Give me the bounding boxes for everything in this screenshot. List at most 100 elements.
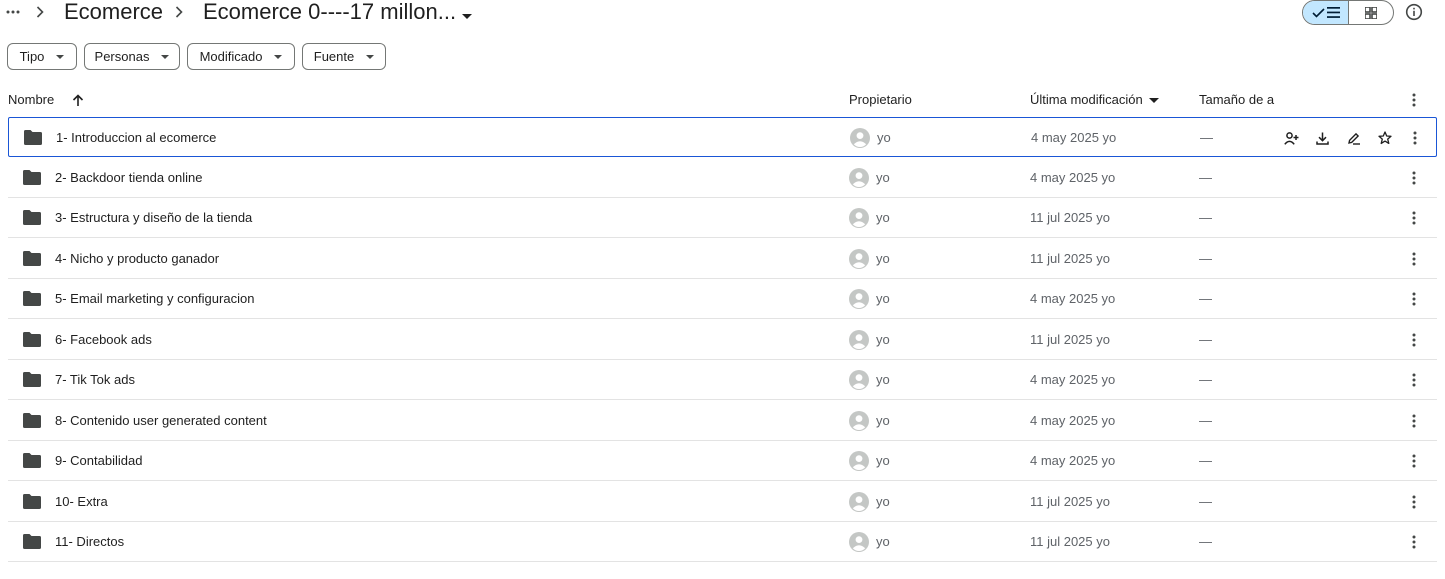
filter-chip-fuente[interactable]: Fuente bbox=[302, 43, 386, 70]
filter-chip-tipo[interactable]: Tipo bbox=[7, 43, 77, 70]
row-modified: 4 may 2025 yo bbox=[1031, 130, 1117, 145]
owner-avatar-icon bbox=[849, 410, 869, 431]
download-icon[interactable] bbox=[1312, 128, 1333, 149]
info-icon[interactable] bbox=[1404, 2, 1424, 22]
row-modified: 4 may 2025 yo bbox=[1030, 169, 1116, 185]
owner-avatar-icon bbox=[849, 370, 869, 390]
rename-icon[interactable] bbox=[1343, 128, 1364, 149]
owner-avatar-icon bbox=[849, 451, 869, 471]
row-name: 8- Contenido user generated content bbox=[55, 412, 267, 428]
grid-view-button[interactable] bbox=[1349, 1, 1393, 24]
table-row[interactable]: 9- Contabilidad yo 4 may 2025 yo — bbox=[8, 441, 1437, 481]
row-owner: yo bbox=[876, 493, 890, 509]
star-icon[interactable] bbox=[1374, 128, 1395, 149]
owner-avatar-icon bbox=[849, 329, 869, 350]
chevron-right-icon bbox=[172, 3, 186, 21]
row-size: — bbox=[1199, 372, 1212, 387]
row-name: 10- Extra bbox=[55, 493, 108, 509]
table-row[interactable]: 10- Extra yo 11 jul 2025 yo — bbox=[8, 482, 1437, 522]
table-row[interactable]: 6- Facebook ads yo 11 jul 2025 yo — bbox=[8, 320, 1437, 360]
table-row[interactable]: 2- Backdoor tienda online yo 4 may 2025 yo… bbox=[8, 158, 1437, 198]
more-vertical-icon[interactable] bbox=[1404, 492, 1424, 512]
table-row[interactable]: 8- Contenido user generated content yo 4 m… bbox=[8, 401, 1437, 441]
row-owner: yo bbox=[876, 331, 890, 347]
row-name: 3- Estructura y diseño de la tienda bbox=[55, 210, 253, 225]
column-header-label: Última modificación bbox=[1030, 92, 1143, 107]
more-horizontal-icon[interactable] bbox=[4, 2, 22, 22]
more-vertical-icon[interactable] bbox=[1405, 128, 1425, 148]
column-header-label: Propietario bbox=[849, 92, 912, 107]
table-row[interactable]: 7- Tik Tok ads yo 4 may 2025 yo — bbox=[8, 360, 1437, 400]
table-row[interactable]: 3- Estructura y diseño de la tienda yo 11 … bbox=[8, 198, 1437, 238]
caret-down-icon bbox=[462, 0, 473, 26]
owner-avatar-icon bbox=[849, 208, 869, 228]
owner-avatar-icon bbox=[849, 248, 869, 269]
table-row[interactable]: 4- Nicho y producto ganador yo 11 jul 2025… bbox=[8, 239, 1437, 279]
more-vertical-icon[interactable] bbox=[1404, 330, 1424, 350]
more-vertical-icon[interactable] bbox=[1404, 532, 1424, 552]
folder-icon bbox=[23, 534, 41, 549]
row-owner: yo bbox=[876, 534, 890, 549]
row-name: 6- Facebook ads bbox=[55, 331, 152, 347]
breadcrumb-parent[interactable]: Ecomerce bbox=[64, 0, 163, 26]
filter-chip-label: Tipo bbox=[19, 49, 45, 64]
row-size: — bbox=[1199, 250, 1212, 266]
row-owner: yo bbox=[876, 453, 890, 468]
list-view-button[interactable] bbox=[1303, 1, 1349, 24]
column-header-size[interactable]: Tamaño de a bbox=[1199, 90, 1274, 110]
caret-down-icon bbox=[161, 54, 170, 59]
row-modified: 11 jul 2025 yo bbox=[1030, 493, 1110, 509]
breadcrumb-current-label: Ecomerce 0----17 millon... bbox=[203, 0, 457, 24]
more-vertical-icon[interactable] bbox=[1404, 289, 1424, 309]
row-owner: yo bbox=[877, 130, 891, 145]
row-size: — bbox=[1199, 534, 1212, 549]
row-size: — bbox=[1199, 331, 1212, 347]
row-owner: yo bbox=[876, 412, 890, 428]
more-vertical-icon[interactable] bbox=[1404, 370, 1424, 390]
row-owner: yo bbox=[876, 250, 890, 266]
row-owner: yo bbox=[876, 210, 890, 225]
more-vertical-icon[interactable] bbox=[1404, 451, 1424, 471]
column-header-modified[interactable]: Última modificación bbox=[1030, 90, 1159, 110]
row-owner: yo bbox=[876, 372, 890, 387]
table-row[interactable]: 5- Email marketing y configuracion yo 4 ma… bbox=[8, 279, 1437, 319]
row-modified: 4 may 2025 yo bbox=[1030, 412, 1116, 428]
folder-icon bbox=[23, 493, 41, 509]
owner-avatar-icon bbox=[849, 532, 869, 552]
share-person-add-icon[interactable] bbox=[1281, 128, 1302, 149]
sort-caret-down-icon bbox=[1148, 97, 1159, 103]
column-header-owner[interactable]: Propietario bbox=[849, 90, 912, 110]
view-toggle bbox=[1302, 0, 1394, 25]
row-size: — bbox=[1199, 291, 1212, 306]
breadcrumb-current-folder[interactable]: Ecomerce 0----17 millon... bbox=[203, 0, 473, 26]
table-row[interactable]: 11- Directos yo 11 jul 2025 yo — bbox=[8, 522, 1437, 562]
caret-down-icon bbox=[56, 54, 65, 59]
owner-avatar-icon bbox=[850, 128, 870, 148]
more-vertical-icon[interactable] bbox=[1404, 249, 1424, 269]
row-name: 7- Tik Tok ads bbox=[55, 372, 135, 387]
folder-icon bbox=[23, 453, 41, 468]
row-hover-actions bbox=[1281, 127, 1395, 149]
more-vertical-icon bbox=[1404, 90, 1424, 110]
more-vertical-icon[interactable] bbox=[1404, 168, 1424, 188]
more-vertical-icon[interactable] bbox=[1404, 411, 1424, 431]
filter-chip-label: Fuente bbox=[313, 49, 355, 64]
filter-chip-personas[interactable]: Personas bbox=[84, 43, 180, 70]
owner-avatar-icon bbox=[849, 289, 869, 309]
column-header-name[interactable]: Nombre bbox=[8, 90, 84, 110]
filter-chip-modificado[interactable]: Modificado bbox=[187, 43, 295, 70]
grid-icon bbox=[1365, 6, 1377, 19]
row-size: — bbox=[1199, 169, 1212, 185]
list-icon bbox=[1326, 7, 1340, 18]
table-row[interactable]: 1- Introduccion al ecomerce yo 4 may 2025 … bbox=[8, 117, 1437, 157]
row-name: 5- Email marketing y configuracion bbox=[55, 291, 255, 306]
row-size: — bbox=[1200, 130, 1213, 145]
folder-icon bbox=[23, 412, 41, 428]
more-vertical-icon[interactable] bbox=[1404, 208, 1424, 228]
arrow-up-icon[interactable] bbox=[72, 93, 84, 107]
row-size: — bbox=[1199, 493, 1212, 509]
column-options-button[interactable] bbox=[1404, 90, 1424, 110]
folder-icon bbox=[23, 331, 41, 347]
caret-down-icon bbox=[366, 54, 375, 59]
row-name: 9- Contabilidad bbox=[55, 453, 143, 468]
